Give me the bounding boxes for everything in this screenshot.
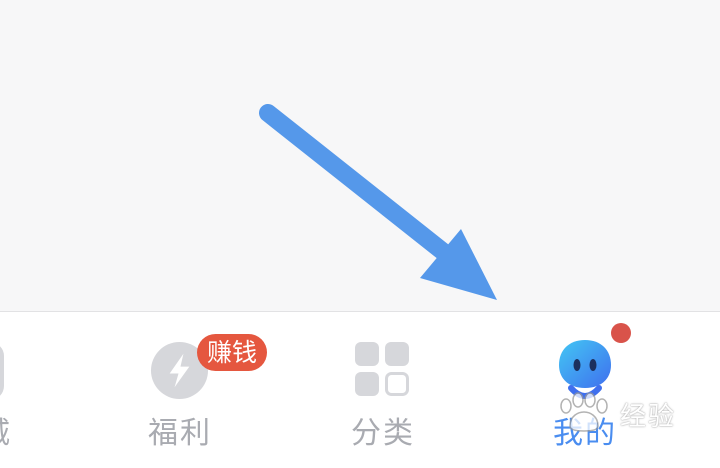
notification-dot [611, 323, 631, 343]
tab-category[interactable]: 分类 [345, 312, 455, 468]
content-area [0, 0, 720, 311]
tab-partial[interactable]: 城 [0, 312, 40, 468]
earn-money-badge: 赚钱 [197, 334, 268, 371]
paw-icon [560, 392, 608, 432]
watermark-text: 经验 [620, 402, 677, 432]
tab-welfare[interactable]: 赚钱 福利 [140, 312, 290, 468]
tab-label-category: 分类 [351, 416, 415, 451]
grid-four-icon [355, 342, 409, 396]
partial-tab-icon [0, 342, 4, 400]
app-screen: 城 赚钱 福利 分类 [0, 0, 720, 468]
watermark: 经验 [556, 388, 696, 448]
tab-label-welfare: 福利 [148, 416, 212, 451]
tab-label-partial: 城 [0, 416, 12, 452]
